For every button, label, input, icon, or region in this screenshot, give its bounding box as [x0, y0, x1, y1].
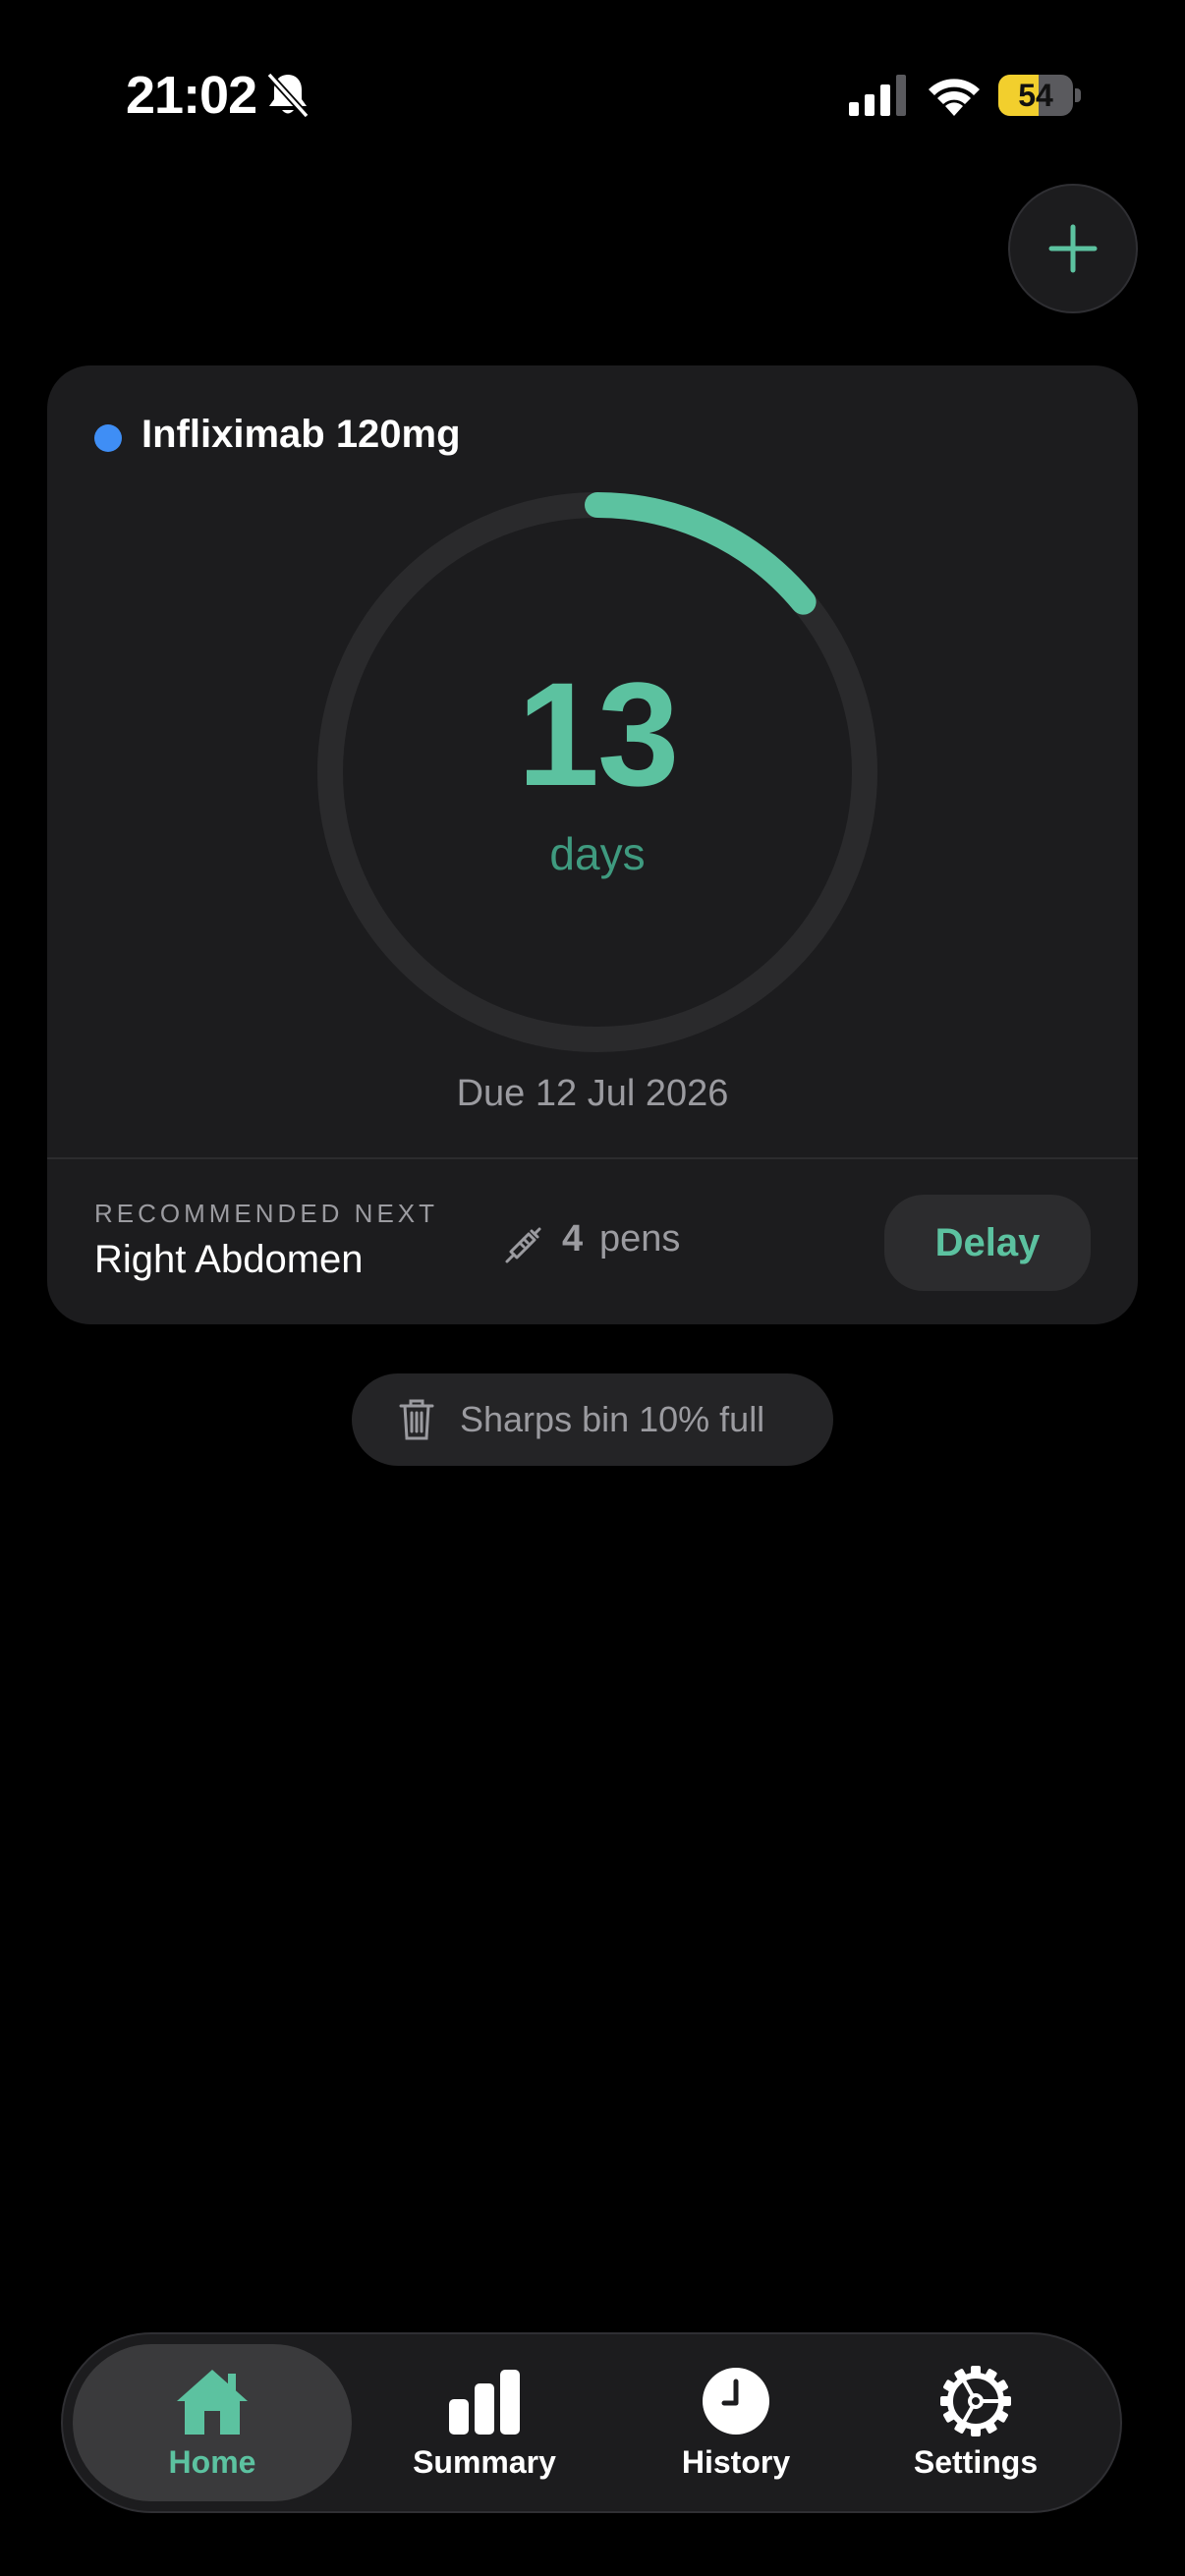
tab-home-label: Home [168, 2443, 256, 2480]
bar-chart-icon [449, 2369, 520, 2435]
trash-icon [399, 1399, 434, 1440]
battery-percent: 54 [1018, 78, 1053, 113]
tab-summary[interactable]: Summary [362, 2344, 607, 2501]
days-unit: days [549, 828, 646, 879]
tab-summary-label: Summary [413, 2443, 556, 2480]
recommended-site: Right Abdomen [94, 1238, 364, 1281]
home-screen: 21:02 54 Infliximab 120mg 13 days Due 12… [0, 0, 1185, 2576]
gear-icon [940, 2365, 1011, 2436]
battery-cap [1075, 88, 1081, 102]
add-medication-button[interactable] [1008, 184, 1138, 313]
clock-icon [703, 2367, 769, 2435]
cellular-signal-icon [849, 75, 906, 116]
sharps-bin-text: Sharps bin 10% full [460, 1399, 765, 1439]
due-date: Due 12 Jul 2026 [456, 1073, 729, 1114]
wifi-icon [929, 79, 980, 116]
card-divider [47, 1157, 1138, 1159]
tab-bar: Home Summary History Settings [61, 2332, 1122, 2513]
pens-count: 4 [562, 1218, 584, 1260]
tab-settings[interactable]: Settings [853, 2344, 1099, 2501]
syringe-icon [505, 1227, 541, 1263]
days-remaining: 13 [517, 651, 680, 816]
tab-history[interactable]: History [613, 2344, 859, 2501]
medication-color-dot [94, 424, 122, 452]
delay-button[interactable]: Delay [884, 1195, 1091, 1291]
battery-icon: 54 [998, 75, 1073, 116]
medication-name: Infliximab 120mg [141, 413, 461, 456]
sharps-bin-status[interactable]: Sharps bin 10% full [352, 1373, 833, 1466]
tab-home[interactable]: Home [73, 2344, 352, 2501]
medication-card[interactable]: Infliximab 120mg 13 days Due 12 Jul 2026… [47, 365, 1138, 1324]
pens-label: pens [599, 1218, 681, 1260]
bell-slash-icon [266, 72, 310, 119]
status-time: 21:02 [126, 66, 257, 125]
tab-settings-label: Settings [913, 2443, 1039, 2480]
house-icon [177, 2369, 248, 2435]
plus-icon [1048, 224, 1098, 273]
battery-indicator: 54 [998, 75, 1081, 116]
tab-history-label: History [681, 2443, 791, 2480]
recommended-next-label: RECOMMENDED NEXT [94, 1199, 439, 1228]
